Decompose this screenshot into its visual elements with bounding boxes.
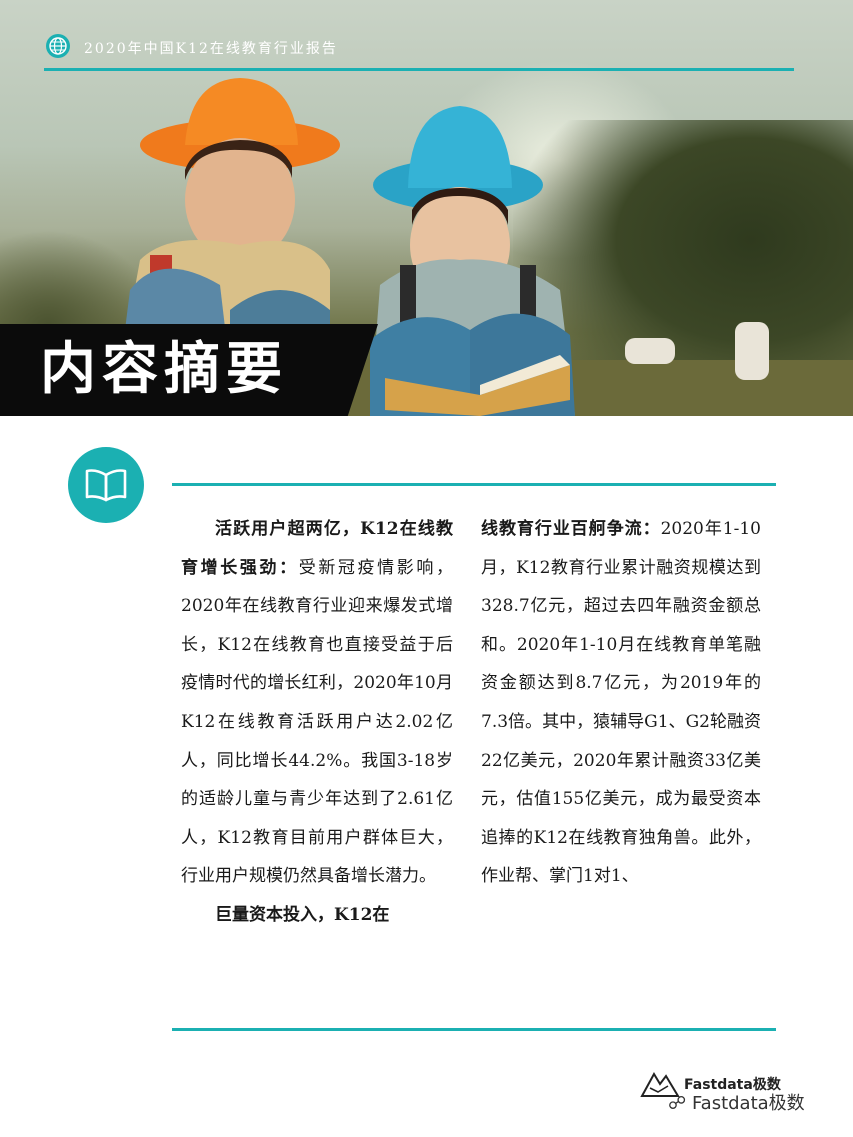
wechat-account-name: Fastdata极数 bbox=[691, 1093, 805, 1114]
book-icon bbox=[85, 469, 127, 502]
content-bottom-divider bbox=[172, 1028, 776, 1031]
goat-figure bbox=[625, 338, 675, 364]
paragraph-heading: 巨量资本投入，K12在 bbox=[215, 904, 390, 925]
text-column-left: 活跃用户超两亿，K12在线教育增长强劲：受新冠疫情影响，2020年在线教育行业迎… bbox=[181, 510, 453, 935]
report-title: 2020年中国K12在线教育行业报告 bbox=[84, 41, 338, 57]
section-title: 内容摘要 bbox=[40, 337, 288, 402]
book-icon-badge bbox=[68, 447, 144, 523]
paragraph-capital: 巨量资本投入，K12在 bbox=[181, 896, 453, 935]
paragraph-active-users: 活跃用户超两亿，K12在线教育增长强劲：受新冠疫情影响，2020年在线教育行业迎… bbox=[181, 510, 453, 896]
hero-photo: 2020年中国K12在线教育行业报告 内容摘要 bbox=[0, 0, 853, 416]
wechat-watermark: ☍ Fastdata极数 bbox=[668, 1089, 805, 1115]
wechat-icon: ☍ bbox=[668, 1093, 687, 1114]
goat-figure bbox=[735, 322, 769, 380]
paragraph-heading: 线教育行业百舸争流： bbox=[481, 519, 661, 539]
header-divider bbox=[44, 68, 794, 71]
paragraph-body: 受新冠疫情影响，2020年在线教育行业迎来爆发式增长，K12在线教育也直接受益于… bbox=[181, 557, 454, 887]
paragraph-capital-continued: 线教育行业百舸争流：2020年1-10月，K12教育行业累计融资规模达到328.… bbox=[481, 510, 761, 896]
paragraph-body: 2020年1-10月，K12教育行业累计融资规模达到328.7亿元，超过去四年融… bbox=[481, 519, 761, 887]
text-column-right: 线教育行业百舸争流：2020年1-10月，K12教育行业累计融资规模达到328.… bbox=[481, 510, 761, 896]
globe-icon bbox=[46, 34, 70, 58]
content-top-divider bbox=[172, 483, 776, 486]
child-blue-hat bbox=[370, 106, 575, 416]
